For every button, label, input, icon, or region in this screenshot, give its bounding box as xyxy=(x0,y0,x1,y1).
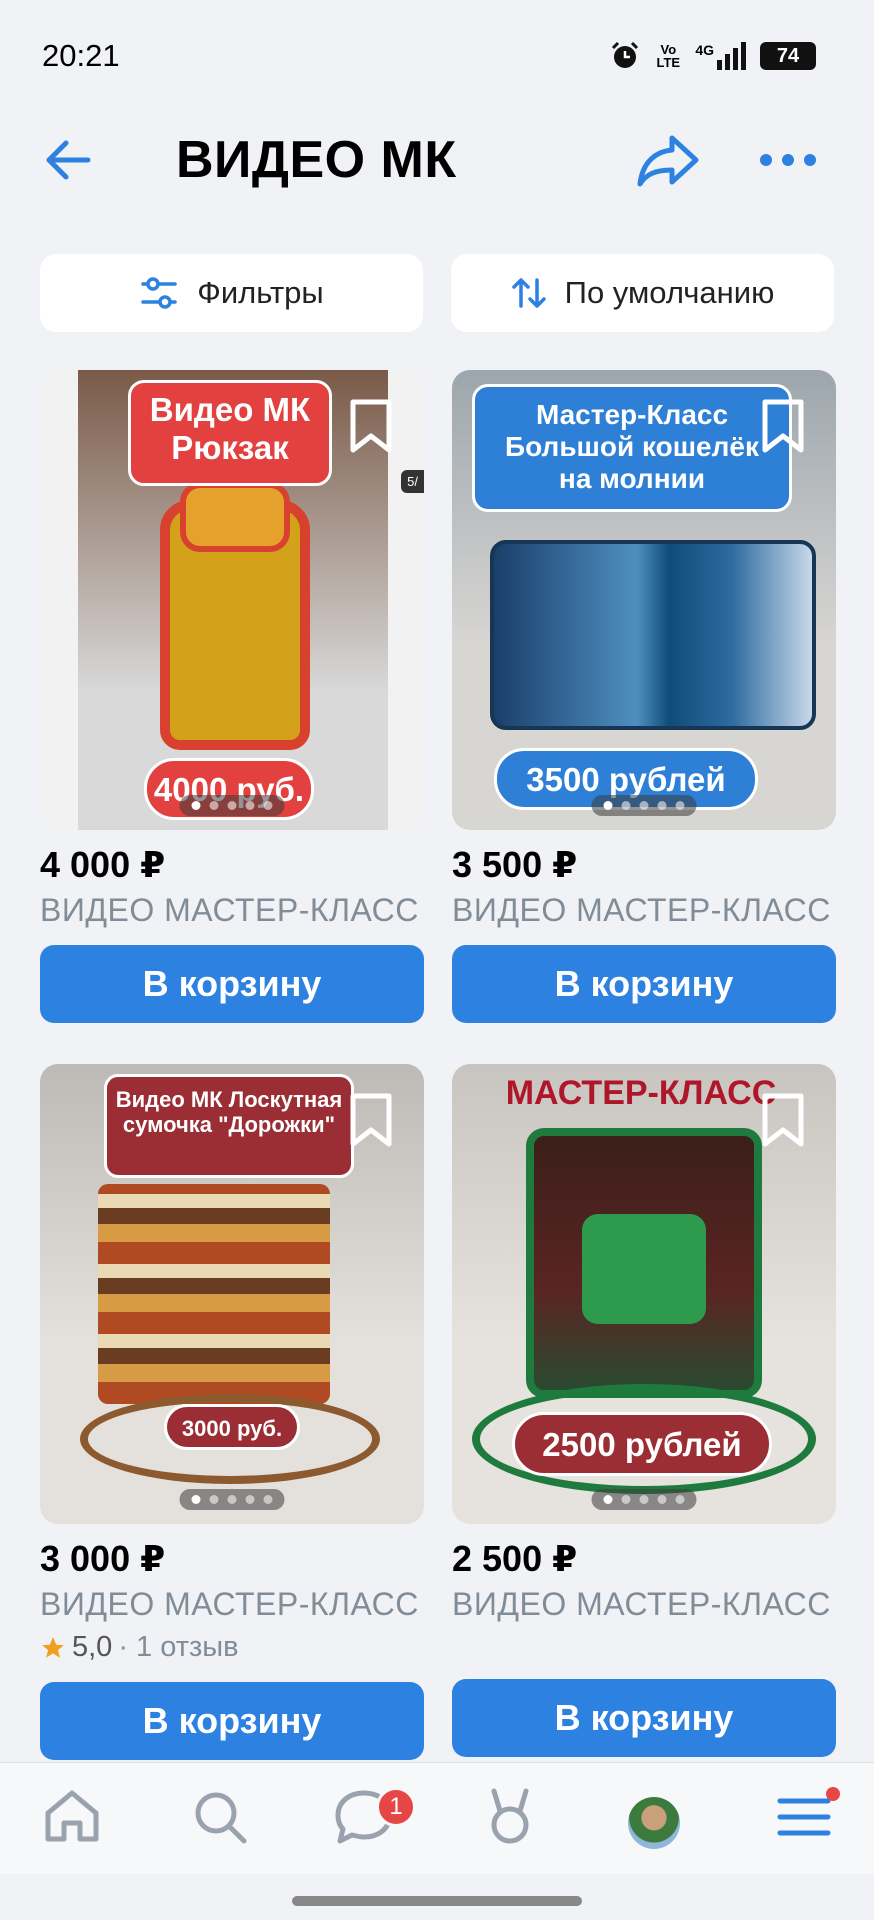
product-rating[interactable]: 5,0 · 1 отзыв xyxy=(40,1631,424,1664)
product-photo[interactable]: Видео МК Лоскутная сумочка "Дорожки" 300… xyxy=(40,1064,424,1524)
photo-price-label: 3000 руб. xyxy=(164,1404,300,1450)
catalog-toolbar: Фильтры По умолчанию xyxy=(40,254,834,332)
product-card[interactable]: Видео МК Рюкзак 4000 руб. 5/ 4 000 ₽ ВИД… xyxy=(40,370,424,1023)
more-icon[interactable] xyxy=(756,132,820,188)
sort-icon xyxy=(511,278,546,308)
sort-button[interactable]: По умолчанию xyxy=(451,254,834,332)
backpack-flap xyxy=(180,482,290,552)
status-icons: Vo LTE 4G 74 xyxy=(609,40,816,72)
sort-label: По умолчанию xyxy=(564,275,775,310)
product-name[interactable]: ВИДЕО МАСТЕР-КЛАСС xyxy=(40,1586,424,1623)
photo-pager-dots xyxy=(179,795,285,816)
product-name[interactable]: ВИДЕО МАСТЕР-КЛАСС xyxy=(452,892,836,929)
add-to-cart-button[interactable]: В корзину xyxy=(452,1679,836,1757)
clips-icon[interactable] xyxy=(478,1785,542,1849)
filters-button[interactable]: Фильтры xyxy=(40,254,423,332)
photo-title-label: МАСТЕР-КЛАСС xyxy=(505,1074,777,1112)
photo-counter: 5/ xyxy=(401,470,424,493)
add-to-cart-button[interactable]: В корзину xyxy=(40,945,424,1023)
product-price: 3 000 ₽ xyxy=(40,1538,166,1579)
product-price: 4 000 ₽ xyxy=(40,844,166,885)
alarm-icon xyxy=(612,41,639,68)
filters-label: Фильтры xyxy=(197,275,324,310)
photo-title-label: Видео МК Лоскутная сумочка "Дорожки" xyxy=(104,1074,354,1178)
home-icon[interactable] xyxy=(40,1785,104,1849)
photo-price-label: 2500 рублей xyxy=(512,1412,772,1476)
product-card[interactable]: Видео МК Лоскутная сумочка "Дорожки" 300… xyxy=(40,1064,424,1760)
add-to-cart-button[interactable]: В корзину xyxy=(452,945,836,1023)
photo-pager-dots xyxy=(591,795,697,816)
bookmark-icon[interactable] xyxy=(348,1092,394,1148)
photo-title-label: Мастер-Класс Большой кошелёк на молнии xyxy=(472,384,792,512)
add-to-cart-button[interactable]: В корзину xyxy=(40,1682,424,1760)
product-price: 3 500 ₽ xyxy=(452,844,578,885)
wallet-illustration xyxy=(490,540,816,730)
bag-pocket xyxy=(582,1214,706,1324)
bag-illustration xyxy=(98,1184,330,1404)
search-icon[interactable] xyxy=(188,1785,252,1849)
photo-pager-dots xyxy=(591,1489,697,1510)
share-icon[interactable] xyxy=(636,130,700,190)
star-icon xyxy=(42,1636,64,1658)
product-name[interactable]: ВИДЕО МАСТЕР-КЛАСС xyxy=(452,1586,836,1623)
status-time: 20:21 xyxy=(42,38,120,73)
photo-title-label: Видео МК Рюкзак xyxy=(128,380,332,486)
volte-indicator: Vo LTE xyxy=(656,42,681,70)
rating-reviews: · 1 отзыв xyxy=(118,1631,239,1663)
photo-pager-dots xyxy=(179,1489,285,1510)
product-name[interactable]: ВИДЕО МАСТЕР-КЛАСС xyxy=(40,892,424,929)
product-card[interactable]: Мастер-Класс Большой кошелёк на молнии 3… xyxy=(452,370,836,1023)
menu-notification-dot xyxy=(826,1787,840,1801)
profile-avatar[interactable] xyxy=(628,1797,680,1849)
product-photo[interactable]: МАСТЕР-КЛАСС 2500 рублей xyxy=(452,1064,836,1524)
status-bar: 20:21 Vo LTE 4G 74 xyxy=(0,0,874,110)
battery-indicator: 74 xyxy=(760,42,816,70)
product-photo[interactable]: Мастер-Класс Большой кошелёк на молнии 3… xyxy=(452,370,836,830)
page-header: ВИДЕО МК xyxy=(0,110,874,206)
product-price: 2 500 ₽ xyxy=(452,1538,578,1579)
bookmark-icon[interactable] xyxy=(348,398,394,454)
product-photo[interactable]: Видео МК Рюкзак 4000 руб. 5/ xyxy=(40,370,424,830)
bookmark-icon[interactable] xyxy=(760,398,806,454)
messages-badge: 1 xyxy=(376,1787,416,1827)
bottom-tab-bar: 1 xyxy=(0,1762,874,1874)
page-title: ВИДЕО МК xyxy=(176,131,457,189)
network-indicator: 4G xyxy=(695,42,746,70)
back-arrow-icon[interactable] xyxy=(40,132,96,188)
home-indicator[interactable] xyxy=(292,1896,582,1906)
bookmark-icon[interactable] xyxy=(760,1092,806,1148)
product-card[interactable]: МАСТЕР-КЛАСС 2500 рублей 2 500 ₽ ВИДЕО М… xyxy=(452,1064,836,1757)
filters-icon xyxy=(141,277,178,309)
rating-score: 5,0 xyxy=(72,1631,113,1663)
